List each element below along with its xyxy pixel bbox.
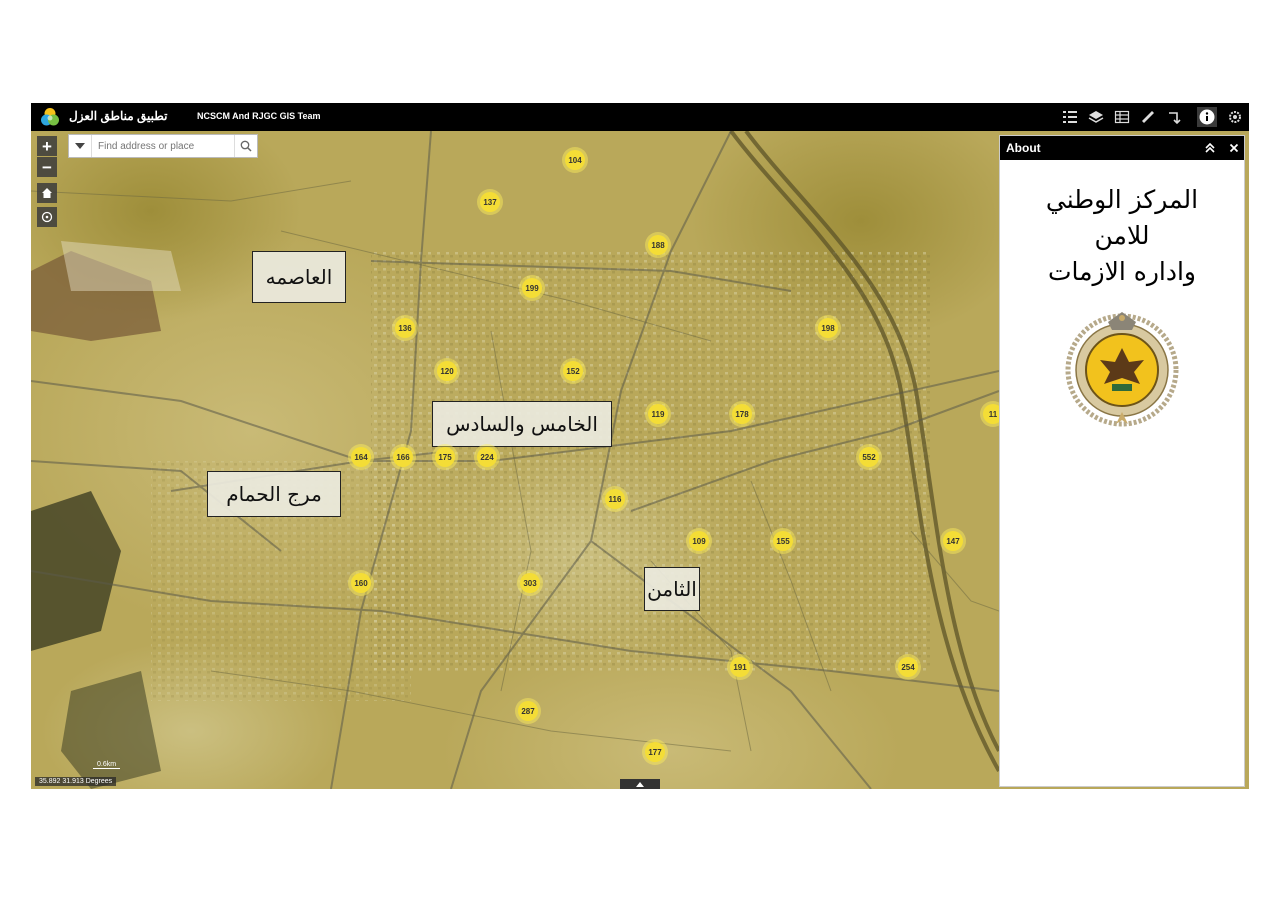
cluster-marker[interactable]: 198 — [818, 318, 838, 338]
cluster-marker[interactable]: 552 — [859, 447, 879, 467]
directions-icon[interactable] — [1164, 107, 1184, 127]
app-subtitle: NCSCM And RJGC GIS Team — [197, 111, 321, 121]
satellite-basemap — [31, 131, 999, 789]
cluster-marker[interactable]: 303 — [520, 573, 540, 593]
cluster-marker[interactable]: 120 — [437, 361, 457, 381]
cluster-marker[interactable]: 175 — [435, 447, 455, 467]
cluster-marker[interactable]: 116 — [605, 489, 625, 509]
cluster-marker[interactable]: 137 — [480, 192, 500, 212]
cluster-marker[interactable]: 147 — [943, 531, 963, 551]
cluster-marker[interactable]: 104 — [565, 150, 585, 170]
cluster-marker[interactable]: 199 — [522, 278, 542, 298]
about-panel: About المركز الوطني للامن واداره الازمات — [999, 135, 1245, 787]
measure-icon[interactable] — [1138, 107, 1158, 127]
collapse-icon[interactable] — [1205, 143, 1215, 153]
map-view[interactable]: + − العاصمه الخامس والسادس مرج الحمام ال… — [31, 131, 1003, 789]
legend-icon[interactable] — [1060, 107, 1080, 127]
region-label-fifth-sixth: الخامس والسادس — [432, 401, 612, 447]
app-title: تطبيق مناطق العزل — [69, 109, 168, 123]
search-box — [68, 134, 258, 158]
about-panel-header: About — [1000, 136, 1244, 160]
cluster-marker[interactable]: 287 — [518, 701, 538, 721]
settings-icon[interactable] — [1225, 107, 1245, 127]
cluster-marker[interactable]: 155 — [773, 531, 793, 551]
search-button[interactable] — [234, 135, 257, 157]
search-input[interactable] — [92, 135, 233, 157]
cluster-marker[interactable]: 109 — [689, 531, 709, 551]
cluster-marker[interactable]: 160 — [351, 573, 371, 593]
cluster-marker[interactable]: 191 — [730, 657, 750, 677]
app-logo-icon — [41, 108, 59, 126]
organization-name-line-1: المركز الوطني — [1045, 185, 1199, 214]
cluster-marker[interactable]: 166 — [393, 447, 413, 467]
search-icon — [240, 140, 252, 152]
zoom-in-button[interactable]: + — [37, 136, 57, 156]
caret-down-icon — [75, 143, 85, 149]
cluster-marker[interactable]: 188 — [648, 235, 668, 255]
locate-icon — [41, 211, 53, 223]
cluster-marker[interactable]: 119 — [648, 404, 668, 424]
organization-name: المركز الوطني للامن واداره الازمات — [1000, 182, 1244, 290]
info-icon[interactable] — [1197, 107, 1217, 127]
region-label-marj-al-hamam: مرج الحمام — [207, 471, 341, 517]
search-source-dropdown[interactable] — [69, 135, 92, 157]
attribute-panel-toggle[interactable] — [620, 779, 660, 789]
cluster-marker[interactable]: 164 — [351, 447, 371, 467]
app-window: تطبيق مناطق العزل NCSCM And RJGC GIS Tea… — [31, 103, 1249, 789]
organization-name-line-2: للامن — [1094, 221, 1150, 250]
home-icon — [42, 188, 52, 198]
cluster-marker[interactable]: 177 — [645, 742, 665, 762]
scale-bar: 0.6km — [93, 761, 121, 769]
cluster-marker[interactable]: 224 — [477, 447, 497, 467]
zoom-out-button[interactable]: − — [37, 157, 57, 177]
region-label-capital: العاصمه — [252, 251, 346, 303]
region-label-eighth: الثامن — [644, 567, 700, 611]
organization-emblem — [1065, 312, 1179, 427]
about-panel-title: About — [1006, 141, 1041, 155]
cluster-marker[interactable]: 152 — [563, 361, 583, 381]
layers-icon[interactable] — [1086, 107, 1106, 127]
chevron-up-icon — [636, 781, 644, 787]
locate-button[interactable] — [37, 207, 57, 227]
cluster-marker[interactable]: 136 — [395, 318, 415, 338]
app-header: تطبيق مناطق العزل NCSCM And RJGC GIS Tea… — [31, 103, 1249, 131]
cluster-marker[interactable]: 178 — [732, 404, 752, 424]
attribute-table-icon[interactable] — [1112, 107, 1132, 127]
coordinate-readout: 35.892 31.913 Degrees — [35, 777, 117, 786]
close-icon[interactable] — [1229, 143, 1239, 153]
home-button[interactable] — [37, 183, 57, 203]
cluster-marker[interactable]: 254 — [898, 657, 918, 677]
organization-name-line-3: واداره الازمات — [1047, 257, 1197, 286]
